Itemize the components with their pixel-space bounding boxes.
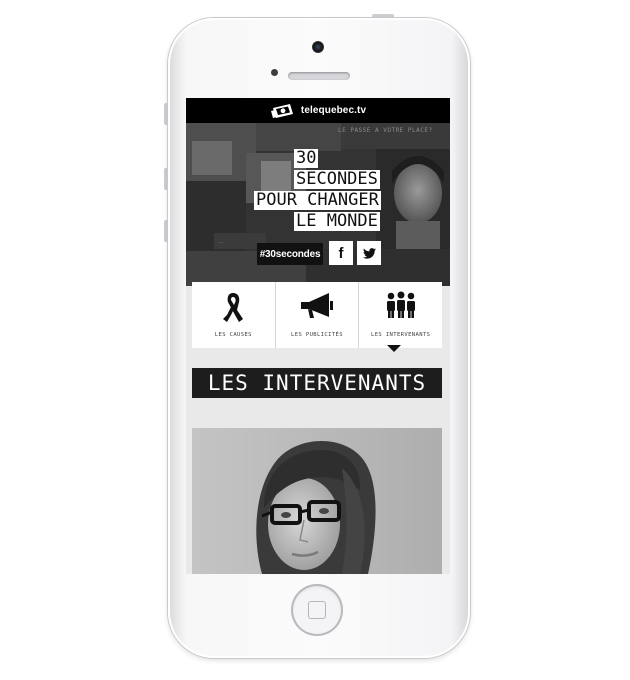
facebook-icon: f bbox=[338, 244, 344, 262]
megaphone-icon bbox=[301, 293, 333, 318]
title-line-1: 30 bbox=[294, 148, 319, 168]
hashtag-badge[interactable]: #30secondes bbox=[257, 243, 323, 265]
ribbon-icon bbox=[223, 293, 244, 322]
earpiece-speaker bbox=[288, 72, 350, 80]
campaign-title: 30 SECONDES POUR CHANGER LE MONDE bbox=[254, 146, 384, 256]
people-icon bbox=[386, 291, 415, 318]
phone-screen: telequebec.tv ... LE PASSE A VOTRE PLACE… bbox=[186, 98, 450, 574]
site-header: telequebec.tv bbox=[186, 98, 450, 123]
hero-banner: ... LE PASSE A VOTRE PLACE? 30 SECONDES … bbox=[186, 123, 450, 286]
nav-tile-intervenants[interactable]: LES INTERVENANTS bbox=[359, 282, 443, 348]
section-nav: LES CAUSES LES PUBLICITÉS LES INTERVENAN… bbox=[192, 282, 443, 348]
twitter-icon bbox=[362, 247, 376, 259]
nav-label-causes: LES CAUSES bbox=[214, 332, 252, 338]
speaker-portrait-photo[interactable] bbox=[192, 428, 442, 574]
hero-tagline: LE PASSE A VOTRE PLACE? bbox=[338, 127, 433, 134]
nav-label-publicites: LES PUBLICITÉS bbox=[291, 332, 343, 338]
svg-text:...: ... bbox=[218, 238, 224, 245]
proximity-sensor bbox=[271, 69, 278, 76]
title-line-4: LE MONDE bbox=[294, 211, 380, 231]
twitter-share-button[interactable] bbox=[357, 241, 381, 265]
portrait-image bbox=[192, 428, 442, 574]
site-name[interactable]: telequebec.tv bbox=[301, 105, 366, 116]
front-camera bbox=[312, 41, 324, 53]
title-line-3: POUR CHANGER bbox=[254, 190, 381, 210]
section-title: LES INTERVENANTS bbox=[192, 368, 442, 398]
active-nav-indicator bbox=[387, 345, 401, 352]
nav-label-intervenants: LES INTERVENANTS bbox=[370, 332, 431, 338]
nav-tile-causes[interactable]: LES CAUSES bbox=[192, 282, 276, 348]
home-button[interactable] bbox=[291, 584, 343, 636]
nav-tile-publicites[interactable]: LES PUBLICITÉS bbox=[275, 282, 360, 348]
title-line-2: SECONDES bbox=[294, 169, 380, 189]
telequebec-logo-icon[interactable] bbox=[270, 102, 296, 120]
facebook-share-button[interactable]: f bbox=[329, 241, 353, 265]
